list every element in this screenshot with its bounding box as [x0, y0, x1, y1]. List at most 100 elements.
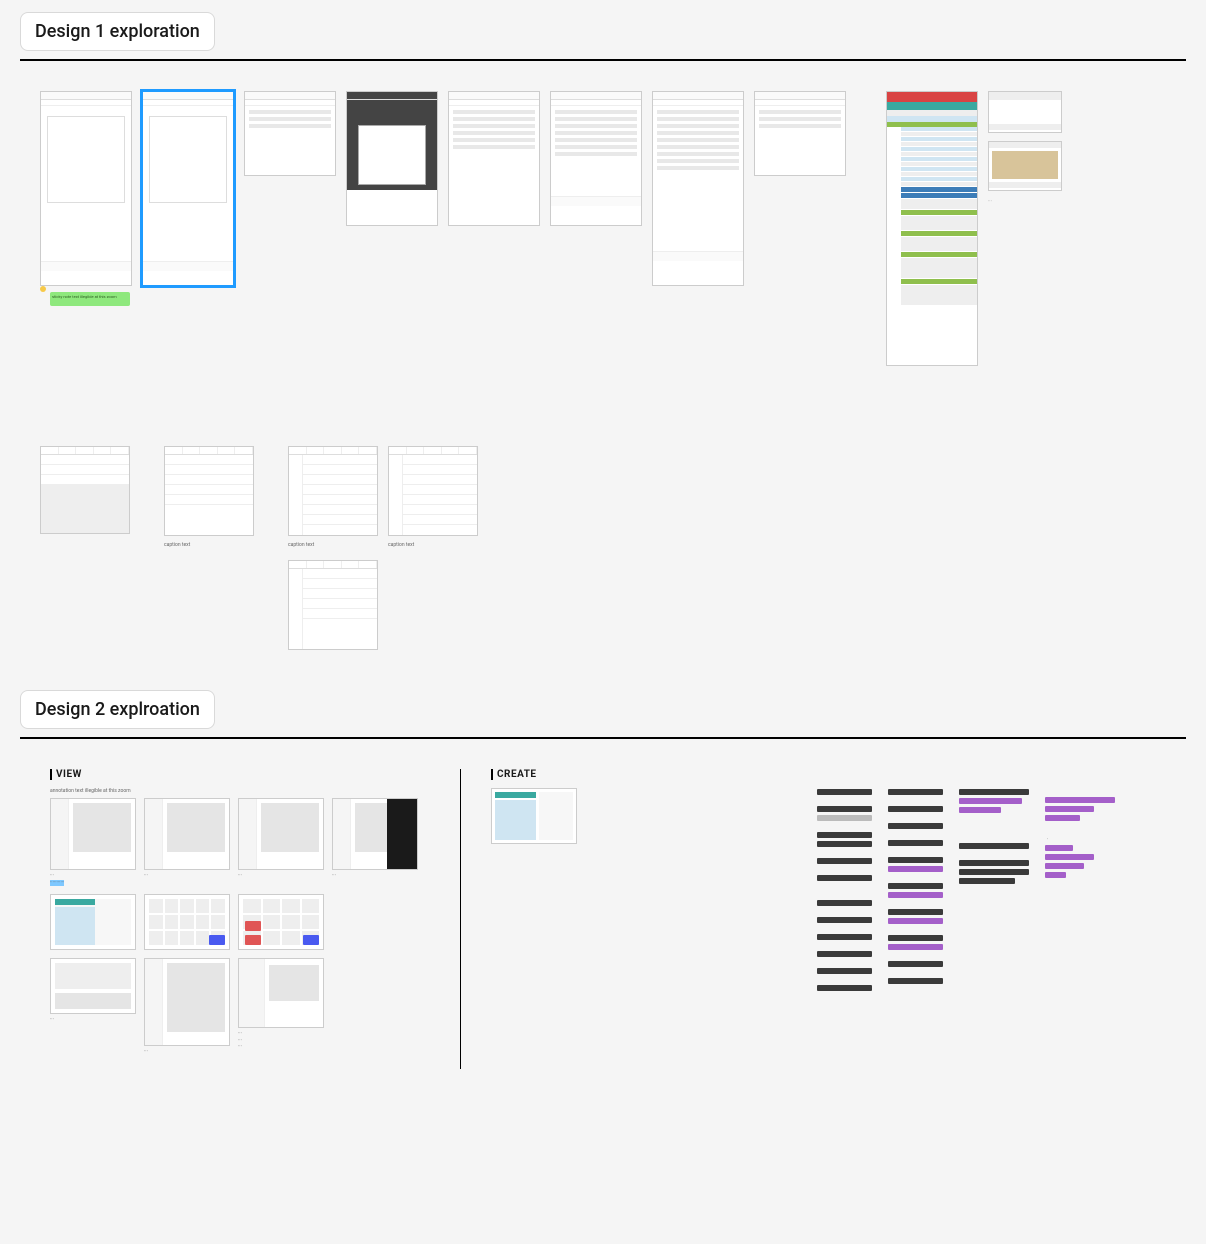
- section-title-1[interactable]: Design 1 exploration: [20, 12, 215, 51]
- token-chip[interactable]: [959, 789, 1029, 795]
- token-chip[interactable]: [1045, 854, 1094, 860]
- token-chip[interactable]: [888, 866, 943, 872]
- token-chip[interactable]: [959, 869, 1029, 875]
- thumb-col: caption text: [388, 446, 478, 548]
- token-map[interactable]: •: [817, 769, 1115, 991]
- token-chip[interactable]: [888, 978, 943, 984]
- sticky-note[interactable]: sticky note text illegible at this zoom: [50, 292, 130, 306]
- reference-mock-small[interactable]: [988, 91, 1062, 133]
- token-chip[interactable]: [888, 789, 943, 795]
- wireframe-card[interactable]: [144, 958, 230, 1046]
- token-chip[interactable]: [888, 806, 943, 812]
- token-chip[interactable]: [888, 961, 943, 967]
- wireframe-thumb[interactable]: [388, 446, 478, 536]
- card-col: ···: [144, 958, 230, 1056]
- reference-caption: ···: [988, 199, 1062, 205]
- token-col: •: [1045, 789, 1115, 991]
- token-chip[interactable]: [817, 858, 872, 864]
- token-chip[interactable]: [817, 789, 872, 795]
- token-chip[interactable]: [1045, 872, 1066, 878]
- wireframe-thumb[interactable]: [754, 91, 846, 176]
- token-chip[interactable]: [817, 951, 872, 957]
- token-col: [959, 789, 1029, 991]
- section-title-2[interactable]: Design 2 explroation: [20, 690, 215, 729]
- token-chip[interactable]: [888, 918, 943, 924]
- wireframe-card-dark[interactable]: [332, 798, 418, 870]
- reference-mock-small[interactable]: [988, 141, 1062, 191]
- thumb-col: caption text: [288, 446, 378, 650]
- card-col: ···: [50, 958, 136, 1056]
- token-chip[interactable]: [817, 806, 872, 812]
- token-chip[interactable]: [817, 875, 872, 881]
- token-chip[interactable]: [817, 917, 872, 923]
- wireframe-card[interactable]: [50, 958, 136, 1014]
- card-caption: ···: [332, 873, 418, 880]
- wireframe-thumb[interactable]: [244, 91, 336, 176]
- group-label-view: VIEW: [50, 769, 430, 780]
- wireframe-thumb[interactable]: [40, 446, 130, 534]
- thumb-caption: caption text: [164, 542, 254, 548]
- card-col: ·········: [238, 958, 324, 1056]
- token-chip[interactable]: [888, 909, 943, 915]
- wireframe-thumb[interactable]: [448, 91, 540, 226]
- thumb-col: sticky note text illegible at this zoom: [40, 91, 132, 306]
- token-chip[interactable]: [959, 843, 1029, 849]
- comment-indicator-icon[interactable]: [40, 286, 46, 292]
- thumb-row-1: sticky note text illegible at this zoom: [20, 91, 1186, 366]
- token-chip[interactable]: [1045, 797, 1115, 803]
- card-col: ··············: [50, 798, 136, 886]
- token-chip[interactable]: [888, 944, 943, 950]
- token-chip: [817, 798, 872, 803]
- token-chip[interactable]: [959, 860, 1029, 866]
- token-chip[interactable]: [959, 798, 1022, 804]
- token-chip[interactable]: [1045, 845, 1073, 851]
- wireframe-card[interactable]: [50, 894, 136, 950]
- wireframe-card[interactable]: [144, 798, 230, 870]
- token-chip[interactable]: [817, 968, 872, 974]
- token-chip[interactable]: [1045, 815, 1080, 821]
- token-chip[interactable]: [888, 840, 943, 846]
- wireframe-thumb-modal[interactable]: [346, 91, 438, 226]
- token-col: [888, 789, 943, 991]
- wireframe-card[interactable]: [238, 798, 324, 870]
- wireframe-thumb[interactable]: [652, 91, 744, 286]
- token-chip[interactable]: [959, 878, 1015, 884]
- token-chip[interactable]: [888, 823, 943, 829]
- token-chip[interactable]: [817, 934, 872, 940]
- thumb-caption: caption text: [388, 542, 478, 548]
- token-chip[interactable]: [888, 892, 943, 898]
- wireframe-card[interactable]: [50, 798, 136, 870]
- wireframe-thumb[interactable]: [550, 91, 642, 226]
- card-caption: ···: [144, 1049, 230, 1056]
- wireframe-card[interactable]: [238, 894, 324, 950]
- wireframe-thumb[interactable]: [164, 446, 254, 536]
- canvas-area-2[interactable]: VIEW annotation text illegible at this z…: [20, 769, 1186, 1069]
- group-label-create: CREATE: [491, 769, 577, 780]
- token-chip[interactable]: [817, 900, 872, 906]
- token-chip[interactable]: [817, 815, 872, 821]
- section-design-1: Design 1 exploration sticky note text il…: [20, 12, 1186, 650]
- token-chip[interactable]: [817, 985, 872, 991]
- canvas-area-1[interactable]: sticky note text illegible at this zoom: [20, 91, 1186, 650]
- wireframe-thumb[interactable]: [288, 560, 378, 650]
- thumb-row-2: caption text caption text: [20, 446, 1186, 650]
- token-chip[interactable]: [888, 935, 943, 941]
- token-chip[interactable]: [817, 841, 872, 847]
- wireframe-card[interactable]: [238, 958, 324, 1028]
- token-chip[interactable]: [1045, 863, 1084, 869]
- wireframe-card[interactable]: [491, 788, 577, 844]
- wireframe-card[interactable]: [144, 894, 230, 950]
- token-chip[interactable]: [959, 807, 1001, 813]
- wireframe-thumb[interactable]: [288, 446, 378, 536]
- token-chip[interactable]: [888, 857, 943, 863]
- wireframe-thumb[interactable]: [40, 91, 132, 286]
- thumb-col: caption text: [164, 446, 254, 548]
- reference-mock-tall[interactable]: [886, 91, 978, 366]
- token-chip[interactable]: [888, 883, 943, 889]
- token-chip[interactable]: [1045, 806, 1094, 812]
- card-col: ···: [332, 798, 418, 886]
- wireframe-thumb-selected[interactable]: [142, 91, 234, 286]
- card-caption: ···: [238, 873, 324, 880]
- card-caption: ··············: [50, 873, 136, 886]
- token-chip[interactable]: [817, 832, 872, 838]
